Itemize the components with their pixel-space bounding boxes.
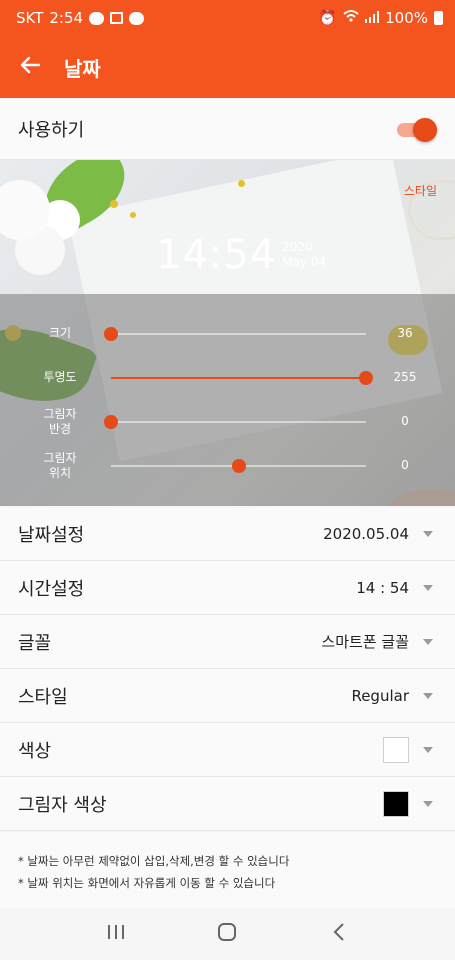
slider-thumb[interactable] <box>104 327 118 341</box>
style-link[interactable]: 스타일 <box>404 182 437 199</box>
dropdown-caret-icon <box>423 692 433 699</box>
setting-value[interactable]: 2020.05.04 <box>323 525 437 543</box>
home-icon <box>217 923 237 945</box>
clock-date-monthday: May 04 <box>282 255 327 269</box>
setting-time[interactable]: 시간설정 14 : 54 <box>0 561 455 615</box>
toggle-thumb <box>413 117 437 142</box>
slider-thumb[interactable] <box>231 459 246 473</box>
slider-size[interactable]: 크기 36 <box>0 312 455 356</box>
slider-shadow-radius[interactable]: 그림자 반경 0 <box>0 400 455 444</box>
slider-label: 투명도 <box>43 370 77 384</box>
slider-label: 크기 <box>48 326 72 340</box>
slider-fill <box>111 377 366 379</box>
slider-label: 그림자 반경 <box>43 407 77 436</box>
slider-track[interactable] <box>111 371 373 385</box>
setting-font[interactable]: 글꼴 스마트폰 글꼴 <box>0 615 455 669</box>
talk-notification-icon-2 <box>129 11 145 25</box>
app-bar: 날짜 <box>0 36 455 98</box>
back-button[interactable] <box>0 36 60 98</box>
chevron-left-icon <box>333 923 345 945</box>
status-time: 2:54 <box>49 9 84 27</box>
clock-date-year: 2020 <box>282 240 313 254</box>
clock-date: 2020 May 04 <box>282 240 326 270</box>
help-note: * 날짜 위치는 화면에서 자유롭게 이동 할 수 있습니다 <box>18 876 276 890</box>
setting-style[interactable]: 스타일 Regular <box>0 669 455 723</box>
color-swatch <box>383 736 409 763</box>
slider-track[interactable] <box>111 459 366 473</box>
shadow-color-swatch <box>383 790 409 817</box>
battery-icon <box>434 11 443 25</box>
setting-color[interactable]: 색상 <box>0 723 455 777</box>
dropdown-caret-icon <box>423 800 433 807</box>
setting-value[interactable] <box>383 736 437 763</box>
setting-value-text: 14 : 54 <box>356 578 409 597</box>
slider-thumb[interactable] <box>104 415 118 429</box>
use-toggle-label: 사용하기 <box>18 119 85 141</box>
alarm-icon: ⏰ <box>318 9 338 27</box>
home-button[interactable] <box>207 914 247 954</box>
battery-percent: 100% <box>385 9 428 27</box>
slider-shadow-position[interactable]: 그림자 위치 0 <box>0 444 455 488</box>
background-dot-3 <box>238 180 245 187</box>
use-toggle-row[interactable]: 사용하기 <box>0 98 455 160</box>
slider-opacity[interactable]: 투명도 255 <box>0 356 455 400</box>
slider-thumb[interactable] <box>359 371 373 385</box>
clock-time: 14:54 <box>156 232 277 278</box>
dropdown-caret-icon <box>423 746 433 753</box>
image-notification-icon <box>110 12 124 24</box>
slider-value: 255 <box>393 370 417 384</box>
carrier-label: SKT <box>16 9 44 27</box>
slider-label: 그림자 위치 <box>43 451 77 480</box>
slider-track[interactable] <box>104 415 366 429</box>
settings-list: 날짜설정 2020.05.04 시간설정 14 : 54 글꼴 스마트폰 글꼴 … <box>0 507 455 831</box>
page-title: 날짜 <box>64 56 101 81</box>
recent-apps-button[interactable] <box>96 914 136 954</box>
setting-label: 스타일 <box>18 686 68 708</box>
help-note: * 날짜는 아무런 제약없이 삽입,삭제,변경 할 수 있습니다 <box>18 854 290 868</box>
background-dot-2 <box>130 212 136 218</box>
talk-notification-icon <box>89 11 105 25</box>
setting-shadow-color[interactable]: 그림자 색상 <box>0 777 455 831</box>
setting-date[interactable]: 날짜설정 2020.05.04 <box>0 507 455 561</box>
signal-icon <box>365 9 380 27</box>
background-dot <box>110 200 118 208</box>
dropdown-caret-icon <box>423 530 433 537</box>
system-nav-bar <box>0 908 455 960</box>
setting-label: 그림자 색상 <box>18 794 107 816</box>
setting-value[interactable] <box>383 790 437 817</box>
recent-apps-icon <box>107 924 125 944</box>
setting-value-text: 2020.05.04 <box>323 524 409 543</box>
setting-value[interactable]: 스마트폰 글꼴 <box>321 631 437 652</box>
setting-value-text: 스마트폰 글꼴 <box>321 633 409 651</box>
background-flower <box>0 180 50 240</box>
setting-label: 글꼴 <box>18 632 52 654</box>
setting-value-text: Regular <box>351 686 409 705</box>
setting-value[interactable]: Regular <box>351 687 437 705</box>
setting-value[interactable]: 14 : 54 <box>356 579 437 597</box>
setting-label: 색상 <box>18 740 52 762</box>
status-bar: SKT 2:54 ⏰ 100% <box>0 0 455 36</box>
slider-track[interactable] <box>104 327 366 341</box>
dropdown-caret-icon <box>423 638 433 645</box>
use-toggle-switch[interactable] <box>397 117 437 142</box>
setting-label: 날짜설정 <box>18 524 85 546</box>
help-notes: * 날짜는 아무런 제약없이 삽입,삭제,변경 할 수 있습니다 * 날짜 위치… <box>0 832 455 908</box>
slider-value: 0 <box>401 414 409 428</box>
slider-value: 36 <box>397 326 413 340</box>
slider-fill <box>111 465 239 467</box>
arrow-left-icon <box>19 56 41 78</box>
wifi-icon <box>343 9 359 27</box>
nav-back-button[interactable] <box>319 914 359 954</box>
slider-value: 0 <box>401 458 409 472</box>
dropdown-caret-icon <box>423 584 433 591</box>
setting-label: 시간설정 <box>18 578 85 600</box>
clock-widget[interactable]: 14:54 2020 May 04 <box>156 232 326 278</box>
